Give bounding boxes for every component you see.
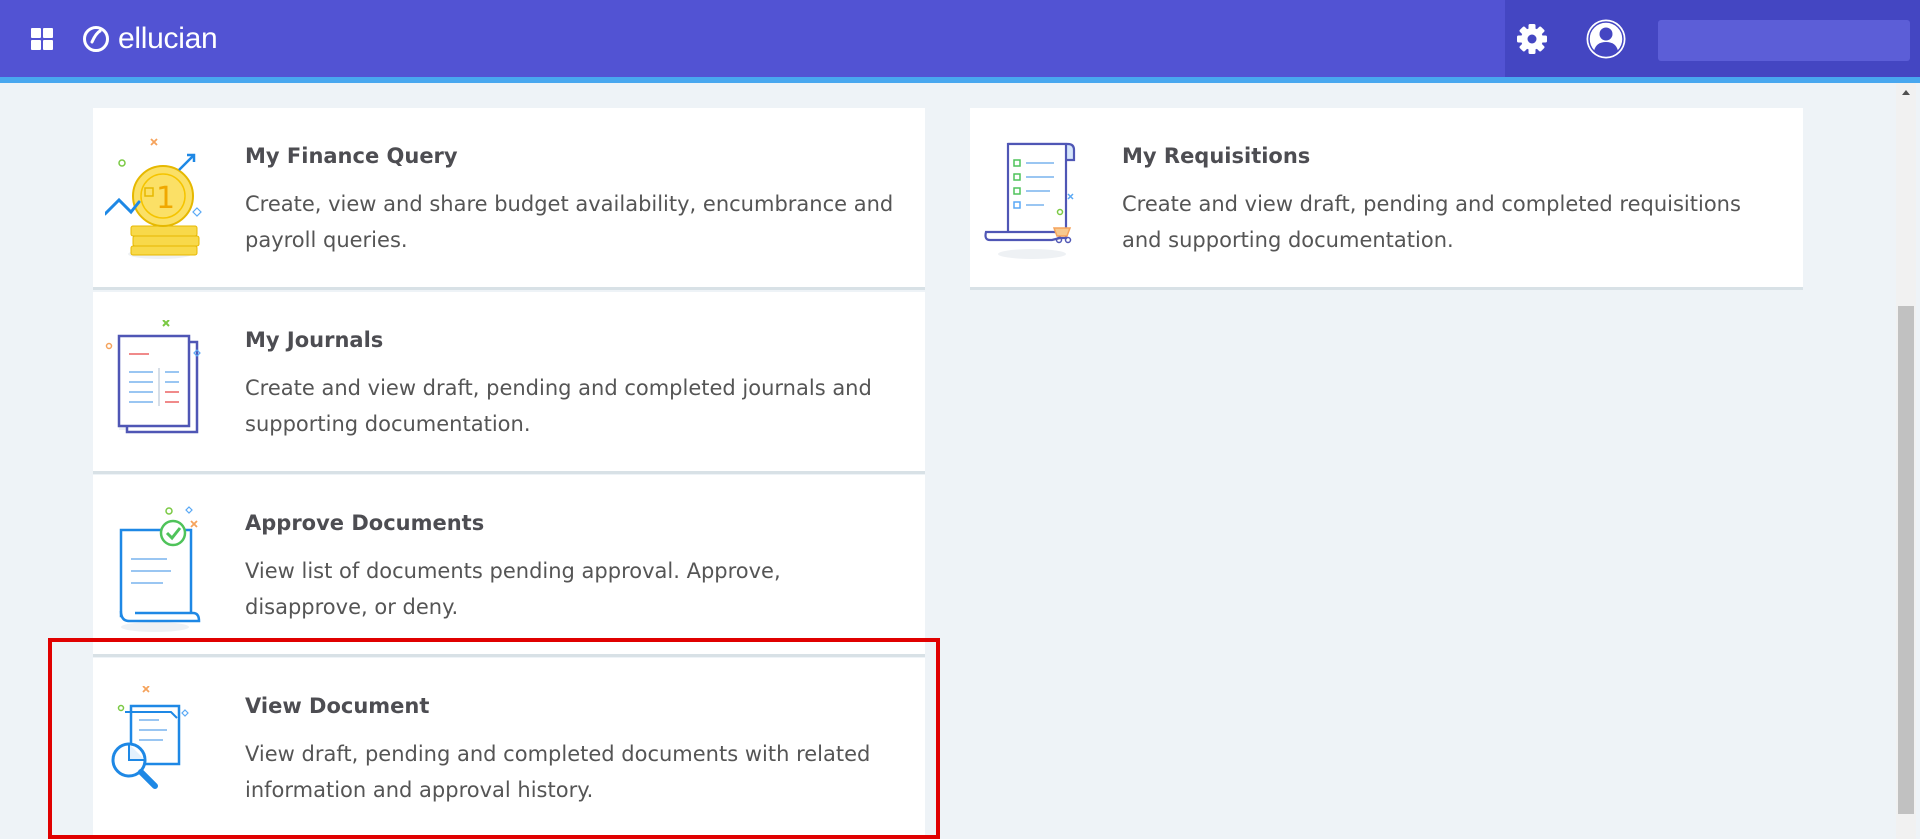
requisition-scroll-icon [984,142,1076,259]
user-avatar-icon[interactable] [1585,18,1627,60]
ellucian-logo[interactable]: ellucian [82,21,218,57]
header-accent-stripe [0,77,1920,83]
card-title: Approve Documents [245,511,485,535]
document-magnifier-icon [111,686,189,789]
card-title: My Requisitions [1122,144,1311,168]
brand-name: ellucian [118,22,218,55]
card-view-document[interactable]: View Document View draft, pending and co… [93,658,925,839]
approve-document-icon [119,506,201,632]
journal-pages-icon [105,320,201,434]
card-description: Create, view and share budget availabili… [245,192,894,252]
user-name-box[interactable] [1658,20,1910,61]
card-title: View Document [245,694,430,718]
card-description: View draft, pending and completed docume… [245,742,871,802]
card-my-journals[interactable]: My Journals Create and view draft, pendi… [93,292,925,474]
card-my-requisitions[interactable]: My Requisitions Create and view draft, p… [970,108,1803,290]
gear-icon[interactable] [1513,20,1551,58]
ellucian-logo-mark-icon [83,26,109,52]
card-approve-documents[interactable]: Approve Documents View list of documents… [93,475,925,657]
scrollbar-thumb[interactable] [1898,306,1914,814]
card-title: My Journals [245,328,384,352]
scroll-up-arrow-icon[interactable] [1896,83,1916,103]
card-title: My Finance Query [245,144,458,168]
apps-grid-icon[interactable] [28,25,58,55]
card-my-finance-query[interactable]: 1 My Finance Query Create, view and shar… [93,108,925,290]
card-description: Create and view draft, pending and compl… [1122,192,1741,252]
svg-text:1: 1 [156,181,175,216]
card-description: View list of documents pending approval.… [245,559,781,619]
card-description: Create and view draft, pending and compl… [245,376,872,436]
finance-coins-icon: 1 [105,138,202,259]
